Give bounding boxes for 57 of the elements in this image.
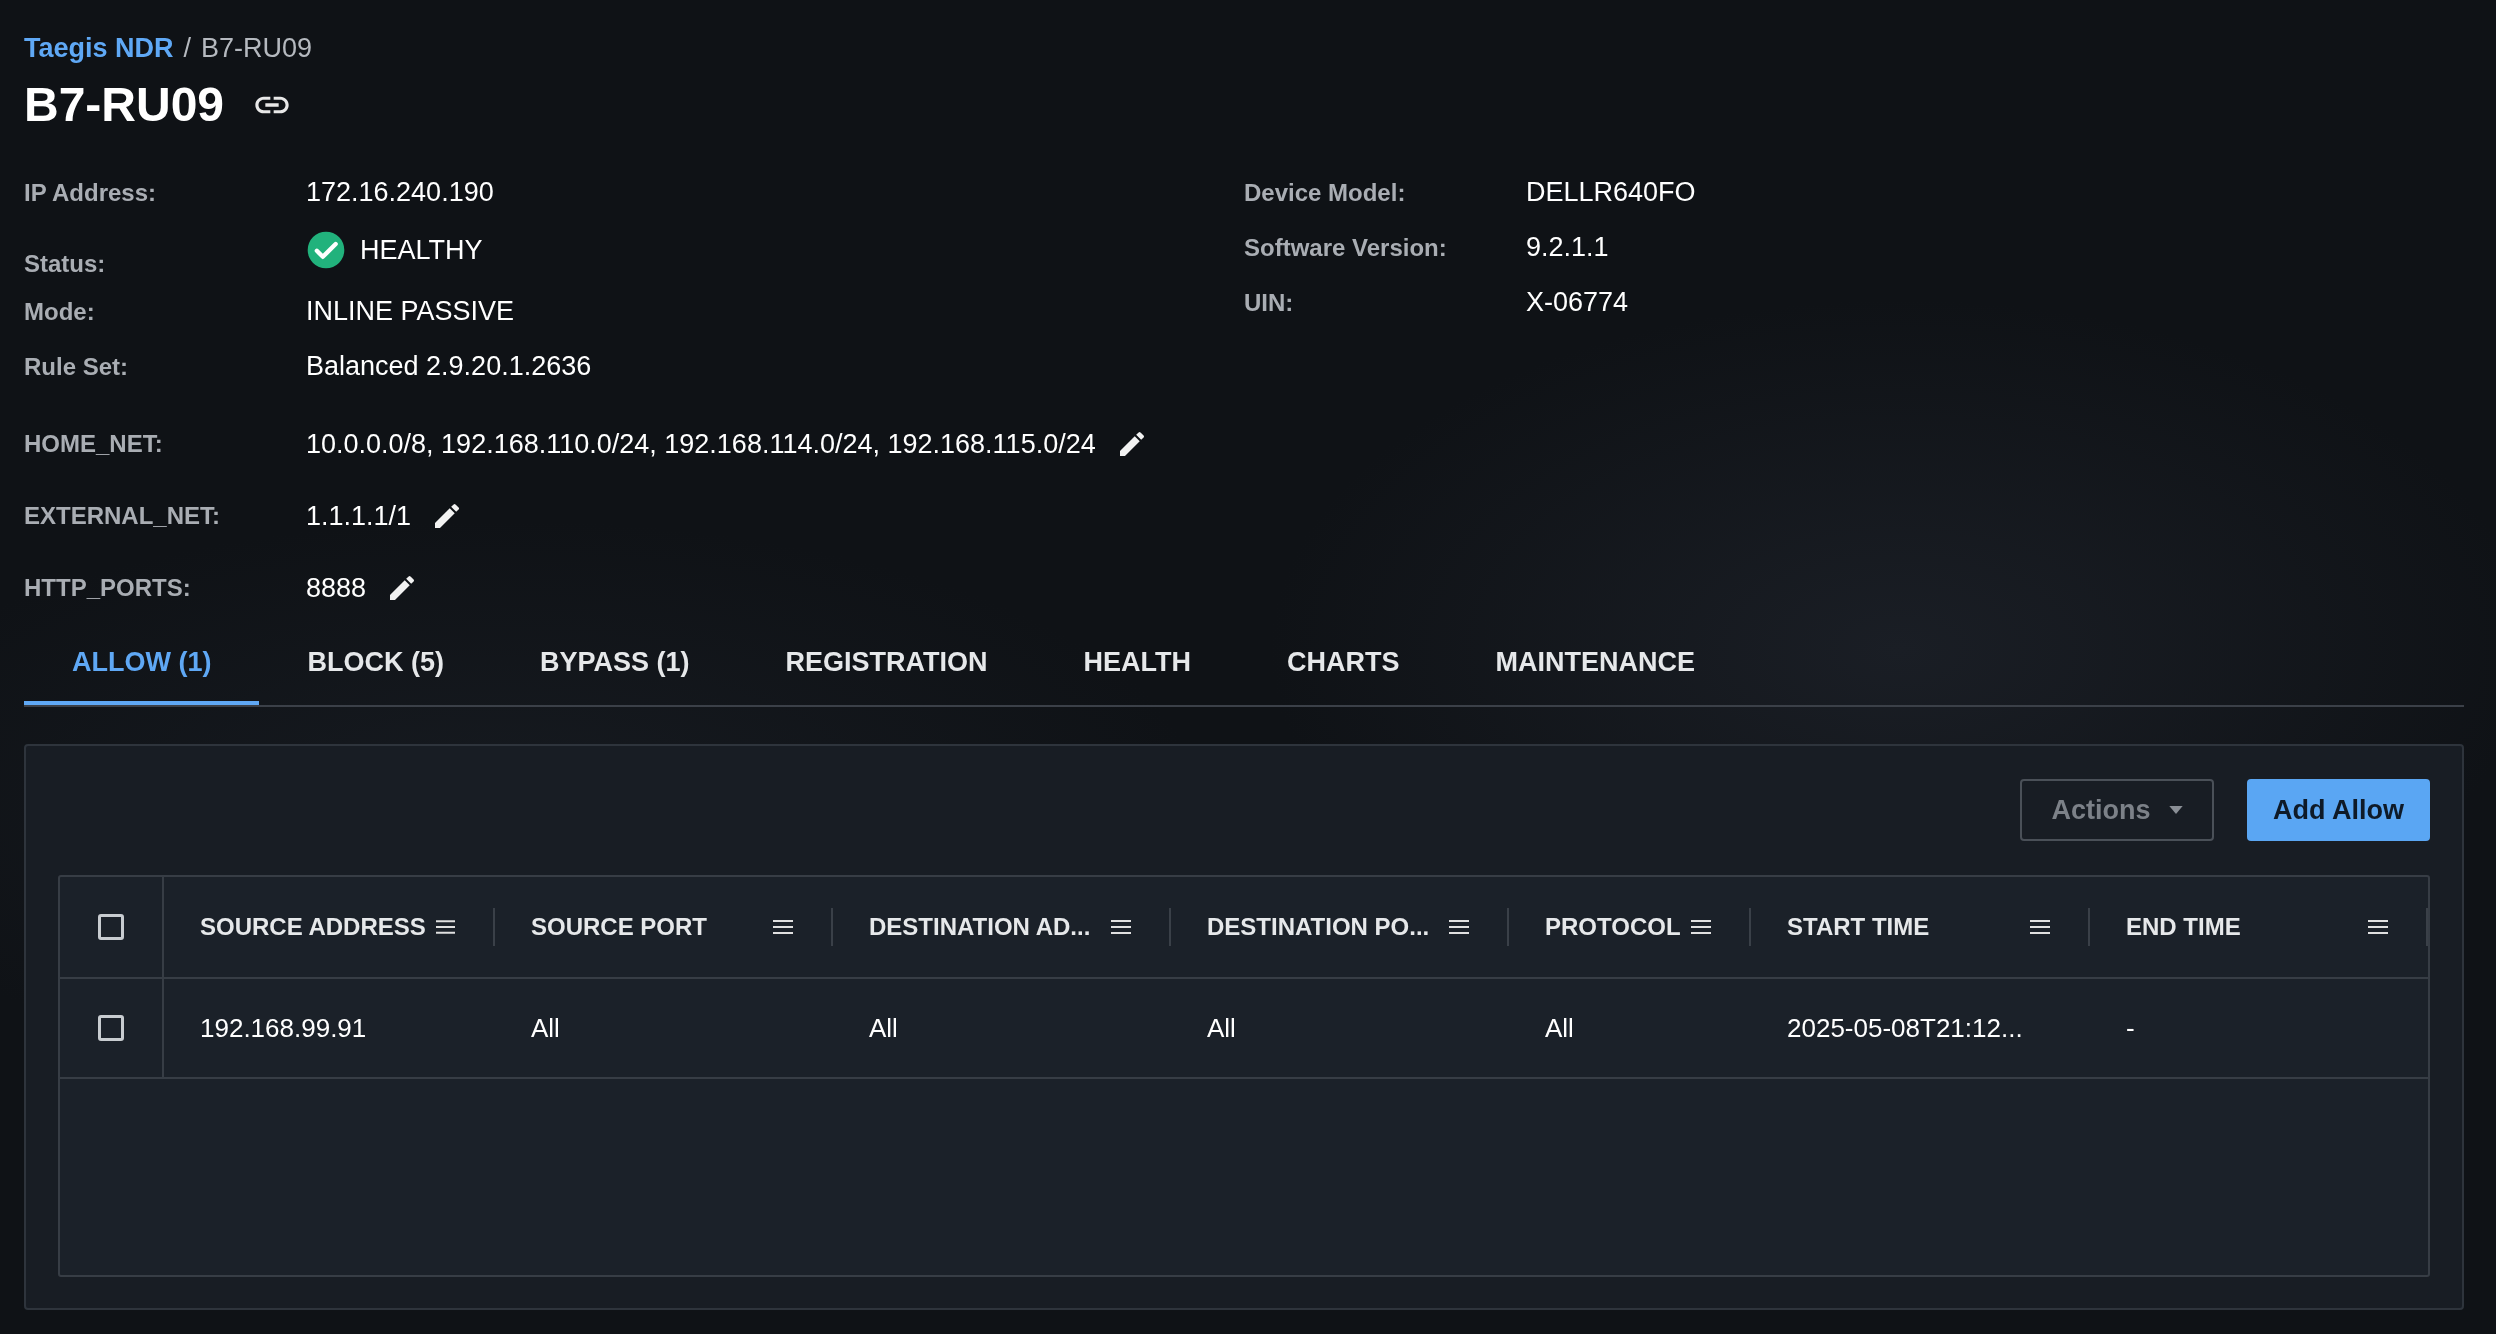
field-value: INLINE PASSIVE <box>306 296 515 327</box>
field-value: DELLR640FO <box>1526 177 1696 208</box>
table-cell: All <box>1545 1012 1574 1044</box>
menu-icon[interactable] <box>1111 919 1131 935</box>
tab[interactable]: REGISTRATION <box>737 624 1036 705</box>
table-cell: All <box>869 1012 898 1044</box>
field-label: HOME_NET: <box>24 430 164 458</box>
field-label: Mode: <box>24 297 96 326</box>
table-cell: 2025-05-08T21:12... <box>1787 1012 2023 1044</box>
tab[interactable]: HEALTH <box>1035 624 1239 705</box>
column-title: END TIME <box>2126 913 2242 941</box>
field-label: UIN: <box>1244 288 1295 317</box>
tab[interactable]: CHARTS <box>1239 624 1448 705</box>
field-label: Software Version: <box>1244 233 1448 262</box>
table-cell: All <box>1207 1012 1236 1044</box>
field-value: 172.16.240.190 <box>306 177 494 208</box>
table-cell: - <box>2126 1012 2135 1044</box>
field-label: Device Model: <box>1244 178 1407 207</box>
check-circle-icon <box>306 230 346 270</box>
table-cell: All <box>531 1012 560 1044</box>
status-value: HEALTHY <box>360 234 483 266</box>
caret-icon <box>2168 806 2183 814</box>
menu-icon[interactable] <box>1449 919 1469 935</box>
breadcrumb-link[interactable]: Taegis NDR <box>24 31 174 65</box>
field-label: HTTP_PORTS: <box>24 574 192 602</box>
page-title: B7-RU09 <box>24 77 225 133</box>
checkbox[interactable] <box>98 914 124 940</box>
tab[interactable]: BYPASS (1) <box>492 624 738 705</box>
column-title: DESTINATION PO... <box>1207 913 1431 941</box>
checkbox[interactable] <box>98 1015 124 1041</box>
field-label: Rule Set: <box>24 352 129 381</box>
field-value: 10.0.0.0/8, 192.168.110.0/24, 192.168.114.0/24, 192.168.115.0/24 <box>306 428 1096 460</box>
menu-icon[interactable] <box>2030 919 2050 935</box>
add-allow-button[interactable]: Add Allow <box>2247 779 2430 841</box>
field-label: IP Address: <box>24 178 158 207</box>
column-title: SOURCE ADDRESS <box>200 913 426 941</box>
breadcrumb-current: B7-RU09 <box>201 32 313 65</box>
field-value: 1.1.1.1/1 <box>306 500 412 532</box>
field-value: Balanced 2.9.20.1.2636 <box>306 351 592 382</box>
tab[interactable]: BLOCK (5) <box>259 624 492 705</box>
column-title: DESTINATION AD... <box>869 913 1092 941</box>
column-title: START TIME <box>1787 913 1931 941</box>
field-label: EXTERNAL_NET: <box>24 502 222 530</box>
table-cell: 192.168.99.91 <box>200 1012 367 1044</box>
menu-icon[interactable] <box>435 919 455 935</box>
breadcrumb-separator: / <box>183 32 192 65</box>
tab[interactable]: ALLOW (1) <box>24 624 260 705</box>
column-title: PROTOCOL <box>1545 913 1681 941</box>
menu-icon[interactable] <box>2368 919 2388 935</box>
menu-icon[interactable] <box>1691 919 1711 935</box>
field-value: X-06774 <box>1526 287 1629 318</box>
field-label: Status: <box>24 250 107 278</box>
menu-icon[interactable] <box>773 919 793 935</box>
field-value: 9.2.1.1 <box>1526 232 1609 263</box>
column-title: SOURCE PORT <box>531 913 708 941</box>
field-value: 8888 <box>306 572 367 604</box>
tab[interactable]: MAINTENANCE <box>1447 624 1743 705</box>
